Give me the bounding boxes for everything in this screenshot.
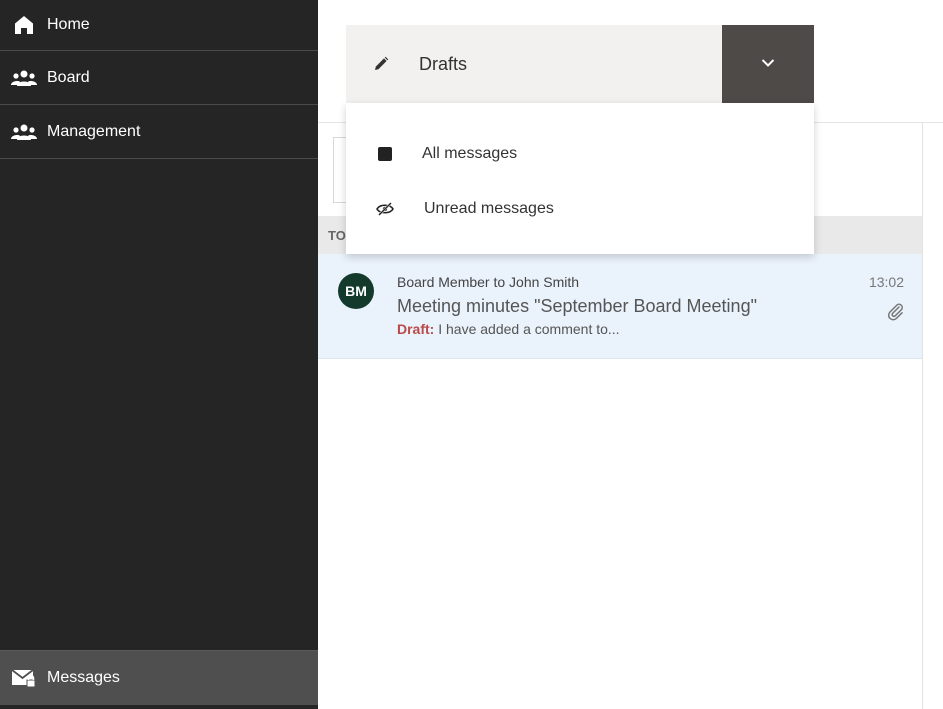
sidebar-item-board[interactable]: Board <box>0 51 318 105</box>
pencil-icon <box>371 54 391 74</box>
paperclip-icon <box>885 301 905 321</box>
message-subject: Meeting minutes "September Board Meeting… <box>397 296 757 316</box>
message-row[interactable]: BM Board Member to John Smith Meeting mi… <box>318 254 922 359</box>
preview-text: I have added a comment to... <box>434 321 620 337</box>
sidebar-item-label: Board <box>47 68 90 86</box>
chevron-down-icon <box>761 55 775 73</box>
sidebar-item-label: Home <box>47 16 90 33</box>
menu-item-label: All messages <box>422 145 518 162</box>
square-icon <box>375 144 395 164</box>
menu-item-all-messages[interactable]: All messages <box>346 134 814 174</box>
folder-select-label: Drafts <box>419 53 468 74</box>
group-header-label: TO <box>328 227 346 243</box>
sidebar-item-management[interactable]: Management <box>0 105 318 159</box>
menu-item-label: Unread messages <box>424 200 554 217</box>
folder-toggle-button[interactable] <box>722 25 814 103</box>
sidebar-item-label: Management <box>47 122 141 140</box>
message-time: 13:02 <box>868 274 904 290</box>
message-from: Board Member to John Smith <box>397 274 580 290</box>
list-divider <box>922 123 923 709</box>
sidebar: Home Board Management Messages <box>0 0 318 709</box>
sidebar-item-label: Messages <box>47 669 120 686</box>
home-icon <box>11 14 37 36</box>
eye-slash-icon <box>375 199 395 219</box>
sidebar-bottom-strip <box>0 705 318 709</box>
menu-item-unread-messages[interactable]: Unread messages <box>346 189 814 229</box>
mail-lock-icon <box>11 667 37 689</box>
avatar: BM <box>338 273 374 309</box>
folder-dropdown-menu: All messages Unread messages <box>346 103 814 254</box>
message-preview: Draft: I have added a comment to... <box>397 321 620 337</box>
sidebar-item-home[interactable]: Home <box>0 0 318 51</box>
people-icon <box>11 67 37 89</box>
people-icon <box>11 121 37 143</box>
draft-label: Draft: <box>397 321 435 337</box>
sidebar-item-messages[interactable]: Messages <box>0 650 318 705</box>
